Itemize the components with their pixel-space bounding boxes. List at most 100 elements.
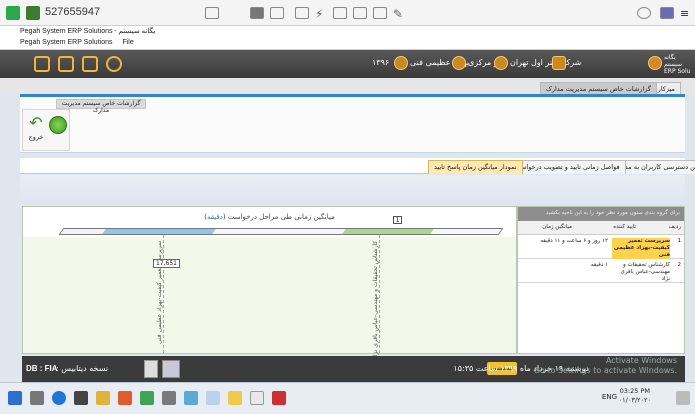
cell-avg-time: ۱۲ روز و ۶ ساعت و ۱۱ دقیقه (540, 238, 608, 244)
exit-button[interactable]: ↶ خروج (26, 114, 46, 148)
transfer-icon[interactable] (373, 7, 387, 19)
col-row[interactable]: ردیف (669, 224, 681, 230)
report-tabs: اولین دسترسی کاربران به مدارک فواصل زمان… (20, 158, 695, 174)
app3-icon[interactable] (206, 391, 220, 405)
bar-segment-1 (102, 229, 216, 234)
group-by-hint[interactable]: برای گروه بندی ستون مورد نظر خود را به ا… (518, 207, 684, 221)
col-avg-time[interactable]: میانگین زمان (542, 224, 572, 230)
settings-icon[interactable] (162, 391, 176, 405)
tray-clock[interactable]: 03:25 PM ۰۱/۰۳/۲۰۲۰ (619, 387, 651, 405)
app-name: یگانه سیستم ERP Solu (664, 54, 691, 75)
table-row[interactable]: 1 سرپرست تعمیر کیفیت-بهزاد عظیمی فنی ۱۲ … (518, 235, 684, 259)
cell-avg-time: ۱ دقیقه (590, 262, 608, 268)
explorer-icon[interactable] (96, 391, 110, 405)
chart-unit: دقیقه (206, 213, 223, 221)
windows-taskbar: ENG 03:25 PM ۰۱/۰۳/۲۰۲۰ (0, 382, 695, 414)
notifications-icon[interactable] (676, 391, 690, 405)
display-icon[interactable] (353, 7, 367, 19)
exit-app-icon[interactable] (34, 56, 50, 72)
category-line-1 (163, 235, 164, 353)
value-label: 17,651 (153, 259, 180, 268)
cell-approver: سرپرست تعمیر کیفیت-بهزاد عظیمی فنی (612, 238, 670, 259)
task-view-icon[interactable] (30, 391, 44, 405)
grid-header: ردیف تایید کننده میانگین زمان (518, 221, 684, 235)
db-version-label: نسخه دیتابیس : (56, 364, 109, 373)
pen-icon[interactable]: ✎ (393, 7, 407, 21)
filter-panel (20, 175, 685, 205)
erp-window-title: Pegah System ERP Solutions - یگانه سیستم (0, 26, 695, 38)
category-label-1: سرپرست تعمیر کیفیت-بهزاد عظیمی فنی (156, 241, 163, 345)
notes-icon[interactable] (144, 360, 158, 378)
erp-menu-bar: Pegah System ERP Solutions File (0, 38, 695, 50)
activate-windows-watermark: Activate Windows Go to Settings to activ… (534, 356, 677, 376)
connection-status-icon (26, 6, 40, 20)
exit-label: خروج (28, 133, 44, 141)
remote-toolbar: 527655947 ⚡ ✎ ≡ (0, 0, 695, 26)
store-icon[interactable] (74, 391, 88, 405)
tab-approval-intervals[interactable]: فواصل زمانی تایید و تصویب درخواستها (508, 160, 626, 174)
app2-icon[interactable] (184, 391, 198, 405)
activate-line-1: Activate Windows (605, 356, 677, 365)
actions-icon[interactable] (270, 7, 284, 19)
cell-row: 1 (677, 238, 682, 244)
history-icon[interactable] (637, 7, 651, 19)
lock-icon[interactable] (205, 7, 219, 19)
session-id: 527655947 (45, 6, 101, 18)
table-row[interactable]: 2 کارشناس تحقیقات و مهندسی-عباس باقری نژ… (518, 259, 684, 283)
bar-track (58, 228, 504, 235)
db-label: DB : FIA (26, 364, 58, 373)
chrome-icon[interactable] (140, 391, 154, 405)
menu-icon[interactable]: ≡ (680, 7, 694, 20)
point-label: 1 (393, 216, 402, 224)
users-icon[interactable] (162, 360, 180, 378)
keyboard-icon[interactable] (333, 7, 347, 19)
download-icon[interactable] (660, 7, 674, 19)
chart-title: میانگین زمانی طی مراحل درخواست (دقیقه) (204, 213, 335, 221)
notes-app-icon[interactable] (228, 391, 242, 405)
fiscal-year[interactable]: ۱۳۹۶ (372, 58, 389, 67)
company-icon (494, 56, 508, 70)
cell-approver: کارشناس تحقیقات و مهندسی-عباس باقری نژاد (620, 262, 670, 282)
building-icon (552, 56, 566, 70)
erp-header: ۱۳۹۶ بهزاد عظیمی فنی دفتر مرکزی شرکت فنر… (0, 50, 695, 78)
chart-title-text: میانگین زمانی طی مراحل درخواست (227, 213, 335, 221)
ribbon: گزارشات خاص سیستم مدیریت مدارک ↶ خروج (20, 97, 685, 153)
module-tabs: میزکار کاربر گزارشات خاص سیستم مدیریت مد… (0, 78, 695, 94)
main-menu-icon[interactable] (648, 56, 662, 70)
refresh-icon[interactable] (49, 116, 67, 134)
status-bar: DB : FIA نسخه دیتابیس : شمسی دوشنبه ۱۹ خ… (22, 356, 685, 382)
menu-file[interactable]: File (122, 39, 133, 46)
tab-avg-response-chart[interactable]: نمودار میانگین زمان پاسخ تایید (428, 160, 523, 174)
language-indicator[interactable]: ENG (602, 393, 617, 401)
app-icon[interactable] (118, 391, 132, 405)
company-name: شرکت فنر اول تهران (510, 58, 582, 67)
user-icon (394, 56, 408, 70)
calc-icon[interactable] (82, 56, 98, 72)
activate-line-2: Go to Settings to activate Windows. (533, 366, 677, 375)
start-icon[interactable] (8, 391, 22, 405)
window-title: Pegah System ERP Solutions - یگانه سیستم (20, 28, 156, 35)
app4-icon[interactable] (250, 391, 264, 405)
office-icon (452, 56, 466, 70)
home-icon[interactable] (106, 56, 122, 72)
category-line-2 (379, 235, 380, 353)
edge-icon[interactable] (52, 391, 66, 405)
bar-segment-3 (342, 229, 434, 234)
chart-panel: میانگین زمانی طی مراحل درخواست (دقیقه) 1… (22, 206, 517, 360)
refresh-app-icon[interactable] (58, 56, 74, 72)
anydesk-icon[interactable] (6, 6, 20, 20)
cell-row: 2 (677, 262, 682, 268)
ribbon-group: ↶ خروج (22, 109, 70, 151)
tray-time: 03:25 PM (619, 387, 650, 395)
tray-date: ۰۱/۰۳/۲۰۲۰ (618, 396, 651, 404)
category-label-2: کارشناس تحقیقات و مهندسی-عباس باقری نژاد (372, 241, 379, 360)
lightning-icon[interactable]: ⚡ (315, 7, 329, 21)
menu-app[interactable]: Pegah System ERP Solutions (20, 39, 112, 46)
data-grid: برای گروه بندی ستون مورد نظر خود را به ا… (517, 206, 685, 354)
tab-document-reports[interactable]: گزارشات خاص سیستم مدیریت مدارک (540, 82, 657, 94)
ribbon-group-title: گزارشات خاص سیستم مدیریت مدارک (56, 99, 146, 114)
chat-icon[interactable] (295, 7, 309, 19)
anydesk-task-icon[interactable] (272, 391, 286, 405)
col-approver[interactable]: تایید کننده (613, 224, 636, 230)
monitor-icon[interactable] (250, 7, 264, 19)
